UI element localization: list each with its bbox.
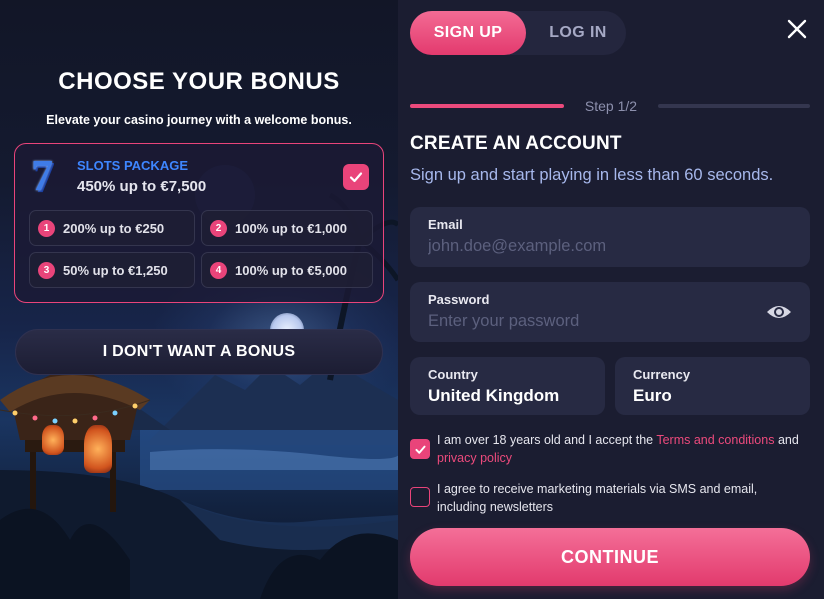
currency-value: Euro: [633, 386, 672, 405]
age-consent-label: I am over 18 years old and I accept the: [437, 433, 657, 447]
step-indicator: Step 1/2: [584, 98, 638, 114]
checkmark-icon: [349, 172, 363, 183]
age-consent-text: I am over 18 years old and I accept the …: [437, 431, 817, 467]
currency-select[interactable]: Currency Euro: [615, 357, 810, 415]
eye-icon[interactable]: [766, 303, 792, 321]
bonus-title: CHOOSE YOUR BONUS: [58, 68, 340, 95]
signup-modal: CHOOSE YOUR BONUS Elevate your casino jo…: [0, 0, 824, 599]
auth-tabs: SIGN UP LOG IN: [410, 11, 626, 55]
lucky-seven-icon: 7: [31, 151, 53, 200]
close-icon[interactable]: [786, 18, 808, 40]
tier-label: 100% up to €1,000: [235, 220, 347, 236]
password-input[interactable]: [428, 310, 748, 332]
slots-package-card[interactable]: 7 SLOTS PACKAGE 450% up to €7,500 1 200%…: [14, 143, 384, 303]
email-field: Email: [410, 207, 810, 267]
age-consent-and: and: [774, 433, 799, 447]
package-selected-checkbox[interactable]: [343, 164, 369, 190]
email-input[interactable]: [428, 235, 758, 257]
tab-sign-up[interactable]: SIGN UP: [410, 11, 526, 55]
country-value: United Kingdom: [428, 386, 560, 405]
tier-number-badge: 1: [38, 219, 55, 237]
bonus-tier-list: 1 200% up to €250 2 100% up to €1,000 3 …: [29, 210, 373, 288]
package-name: SLOTS PACKAGE: [77, 158, 188, 173]
tier-number-badge: 3: [38, 261, 55, 279]
form-heading: CREATE AN ACCOUNT: [410, 133, 622, 154]
bonus-tier: 4 100% up to €5,000: [201, 252, 373, 288]
tier-number-badge: 4: [210, 261, 227, 279]
currency-label: Currency: [633, 367, 691, 382]
marketing-consent-checkbox[interactable]: [410, 487, 430, 507]
bonus-tier: 2 100% up to €1,000: [201, 210, 373, 246]
tab-log-in[interactable]: LOG IN: [530, 11, 626, 55]
checkmark-icon: [414, 445, 426, 454]
privacy-policy-link[interactable]: privacy policy: [437, 451, 512, 465]
package-amount: 450% up to €7,500: [77, 178, 207, 195]
form-lead: Sign up and start playing in less than 6…: [410, 166, 774, 184]
password-label: Password: [428, 292, 490, 307]
age-consent-checkbox[interactable]: [410, 439, 430, 459]
country-label: Country: [428, 367, 478, 382]
email-label: Email: [428, 217, 463, 232]
hut-window-left: [42, 425, 64, 455]
tier-label: 100% up to €5,000: [235, 262, 347, 278]
bonus-tier: 3 50% up to €1,250: [29, 252, 195, 288]
bonus-tier: 1 200% up to €250: [29, 210, 195, 246]
bonus-subtitle: Elevate your casino journey with a welco…: [46, 113, 352, 127]
no-bonus-button[interactable]: I DON'T WANT A BONUS: [15, 329, 383, 375]
marketing-consent-text: I agree to receive marketing materials v…: [437, 482, 758, 514]
bonus-panel: CHOOSE YOUR BONUS Elevate your casino jo…: [0, 0, 398, 599]
terms-link[interactable]: Terms and conditions: [656, 433, 774, 447]
step-progress-filled: [410, 104, 564, 108]
tier-label: 50% up to €1,250: [63, 262, 168, 278]
step-progress-remaining: [658, 104, 810, 108]
hut-door: [84, 425, 112, 473]
country-select[interactable]: Country United Kingdom: [410, 357, 605, 415]
password-field: Password: [410, 282, 810, 342]
tier-number-badge: 2: [210, 219, 227, 237]
tier-label: 200% up to €250: [63, 220, 165, 236]
continue-button[interactable]: CONTINUE: [410, 528, 810, 586]
